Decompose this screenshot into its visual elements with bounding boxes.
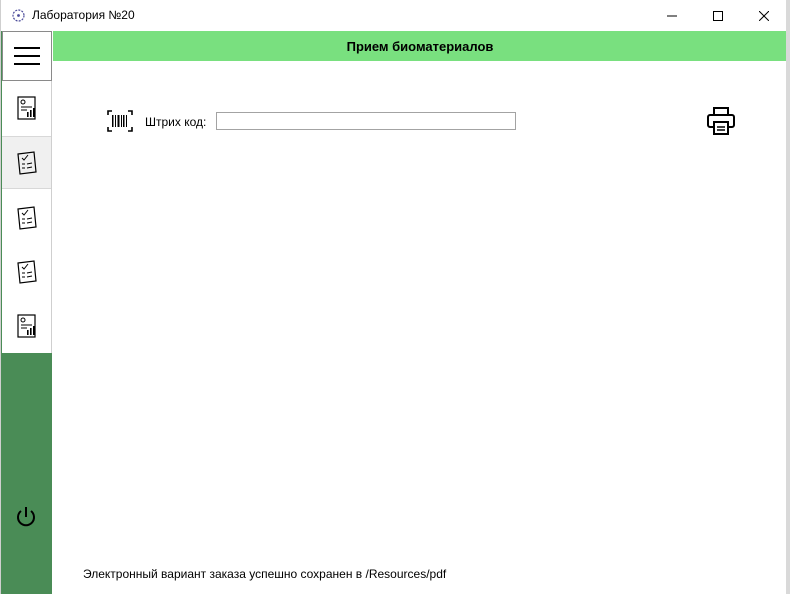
status-message: Электронный вариант заказа успешно сохра… [83, 567, 447, 581]
sidebar-item-5[interactable] [2, 299, 51, 352]
sidebar-item-2[interactable] [2, 136, 51, 189]
barcode-label: Штрих код: [145, 115, 207, 129]
window-title: Лаборатория №20 [32, 8, 135, 22]
background-strip [786, 0, 790, 594]
close-button[interactable] [741, 0, 787, 31]
checklist-icon [16, 259, 37, 284]
barcode-icon [107, 110, 133, 132]
sidebar-item-3[interactable] [2, 191, 51, 244]
sidebar-item-1[interactable] [2, 81, 51, 134]
sidebar-item-4[interactable] [2, 245, 51, 298]
page-header: Прием биоматериалов [53, 31, 787, 61]
checklist-icon [16, 205, 37, 230]
maximize-icon [713, 10, 723, 21]
page-title: Прием биоматериалов [346, 38, 494, 54]
hamburger-menu-icon [14, 47, 40, 65]
flask-icon [12, 9, 25, 22]
barcode-input[interactable] [216, 112, 516, 130]
title-bar: Лаборатория №20 [1, 0, 787, 31]
app-window: Лаборатория №20 Прием биоматериалов Штри… [0, 0, 787, 594]
sidebar-nav [2, 81, 52, 353]
minimize-button[interactable] [649, 0, 695, 31]
checklist-icon [16, 150, 37, 175]
maximize-button[interactable] [695, 0, 741, 31]
report-chart-icon [16, 313, 36, 338]
minimize-icon [667, 15, 677, 16]
print-button[interactable] [706, 106, 736, 136]
report-chart-icon [16, 95, 36, 120]
printer-icon [707, 107, 735, 135]
power-button[interactable] [14, 505, 38, 529]
menu-button[interactable] [2, 31, 52, 81]
close-icon [759, 10, 769, 21]
power-icon [17, 507, 35, 527]
